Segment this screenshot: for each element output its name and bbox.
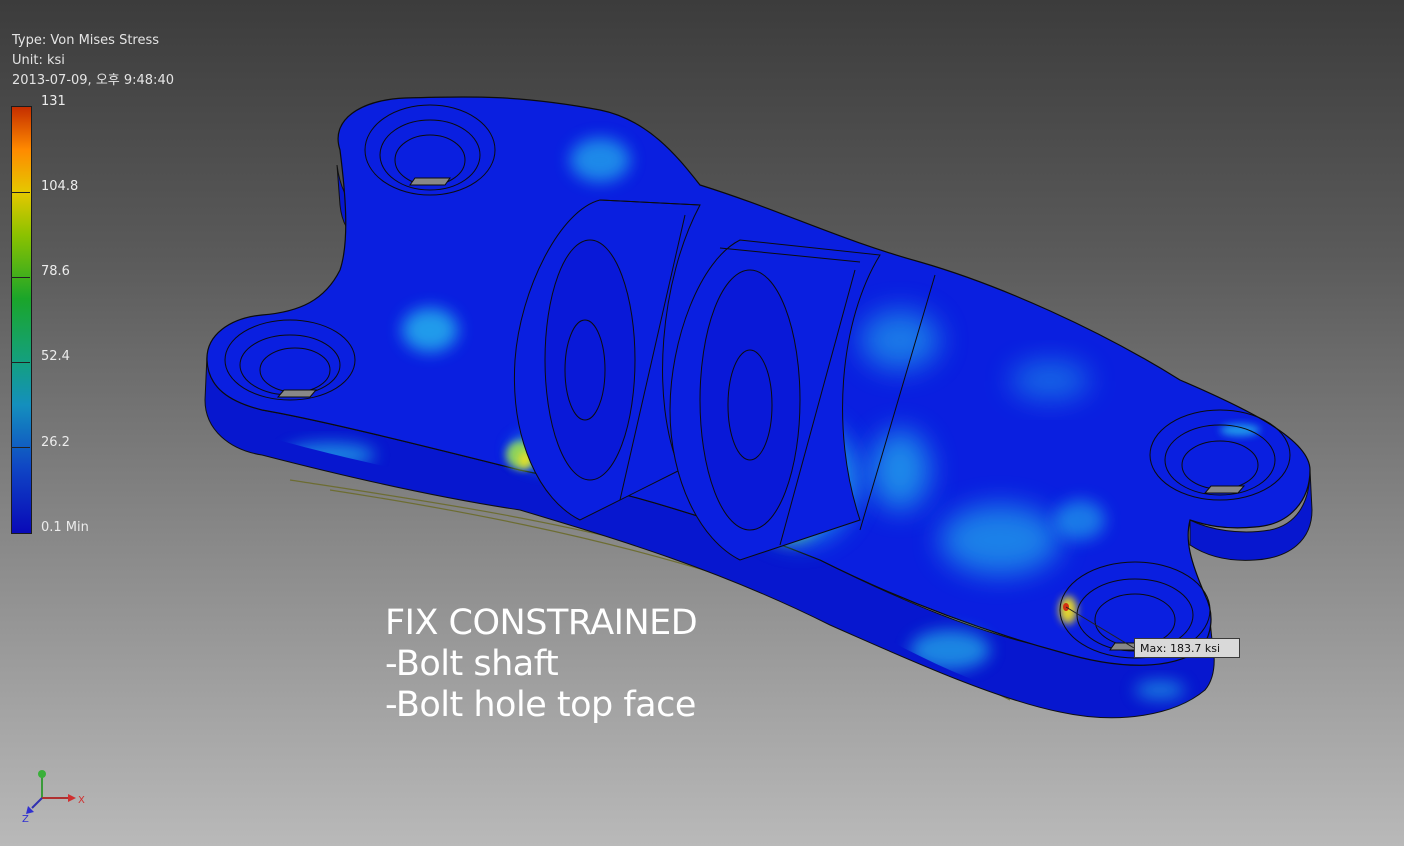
z-axis-line	[31, 797, 43, 809]
view-triad-icon[interactable]: X Z	[20, 760, 90, 825]
stress-model[interactable]	[0, 0, 1404, 846]
graphics-viewport[interactable]: Type: Von Mises Stress Unit: ksi 2013-07…	[0, 0, 1404, 846]
x-axis-arrow	[68, 794, 76, 802]
annotation-line: FIX CONSTRAINED	[385, 603, 698, 643]
max-probe-label[interactable]: Max: 183.7 ksi	[1134, 638, 1240, 658]
y-axis-ball	[38, 770, 46, 778]
z-axis-label: Z	[22, 814, 29, 825]
annotation-line: -Bolt hole top face	[385, 685, 696, 725]
annotation-line: -Bolt shaft	[385, 644, 559, 684]
x-axis-label: X	[78, 795, 85, 806]
constraint-annotation: FIX CONSTRAINED -Bolt shaft -Bolt hole t…	[385, 603, 698, 726]
